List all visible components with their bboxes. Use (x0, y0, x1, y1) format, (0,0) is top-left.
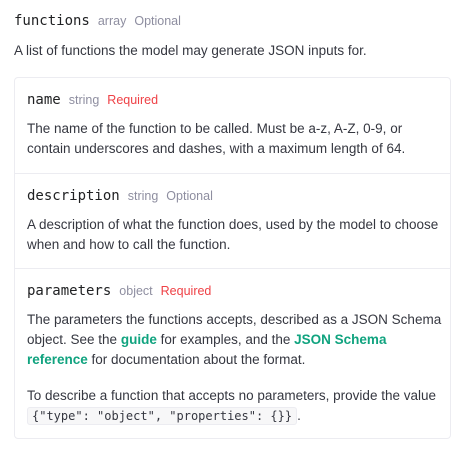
empty-parameters-note: To describe a function that accepts no p… (27, 386, 442, 426)
child-param-name: name string Required The name of the fun… (15, 78, 450, 173)
child-param-header: description string Optional (27, 188, 213, 204)
param-type: array (97, 14, 127, 28)
child-param-name-label: description (27, 188, 120, 204)
child-param-name-label: name (27, 92, 61, 108)
param-name: functions (14, 13, 90, 29)
child-param-type: string (68, 93, 100, 107)
required-badge: Required (107, 93, 159, 107)
description-text: for documentation about the format. (87, 352, 306, 367)
child-param-header: parameters object Required (27, 283, 211, 299)
guide-link[interactable]: guide (121, 332, 157, 347)
child-params-box: name string Required The name of the fun… (14, 77, 451, 439)
param-description: A list of functions the model may genera… (14, 43, 367, 58)
optional-badge: Optional (166, 189, 213, 203)
note-text: . (297, 408, 301, 423)
child-param-type: string (127, 189, 159, 203)
child-param-header: name string Required (27, 92, 158, 108)
child-param-description: The parameters the functions accepts, de… (27, 310, 442, 370)
child-param-description: The name of the function to be called. M… (27, 121, 406, 156)
child-param-name-label: parameters (27, 283, 112, 299)
note-text: To describe a function that accepts no p… (27, 388, 436, 403)
empty-schema-code: {"type": "object", "properties": {}} (27, 407, 298, 425)
description-text: for examples, and the (156, 332, 295, 347)
child-param-type: object (119, 284, 153, 298)
child-param-description: A description of what the function does,… (27, 217, 439, 252)
param-header: functions array Optional (14, 13, 181, 29)
child-param-description-field: description string Optional A descriptio… (15, 173, 450, 269)
required-badge: Required (160, 284, 212, 298)
optional-badge: Optional (134, 14, 181, 28)
child-param-parameters: parameters object Required The parameter… (15, 268, 450, 438)
